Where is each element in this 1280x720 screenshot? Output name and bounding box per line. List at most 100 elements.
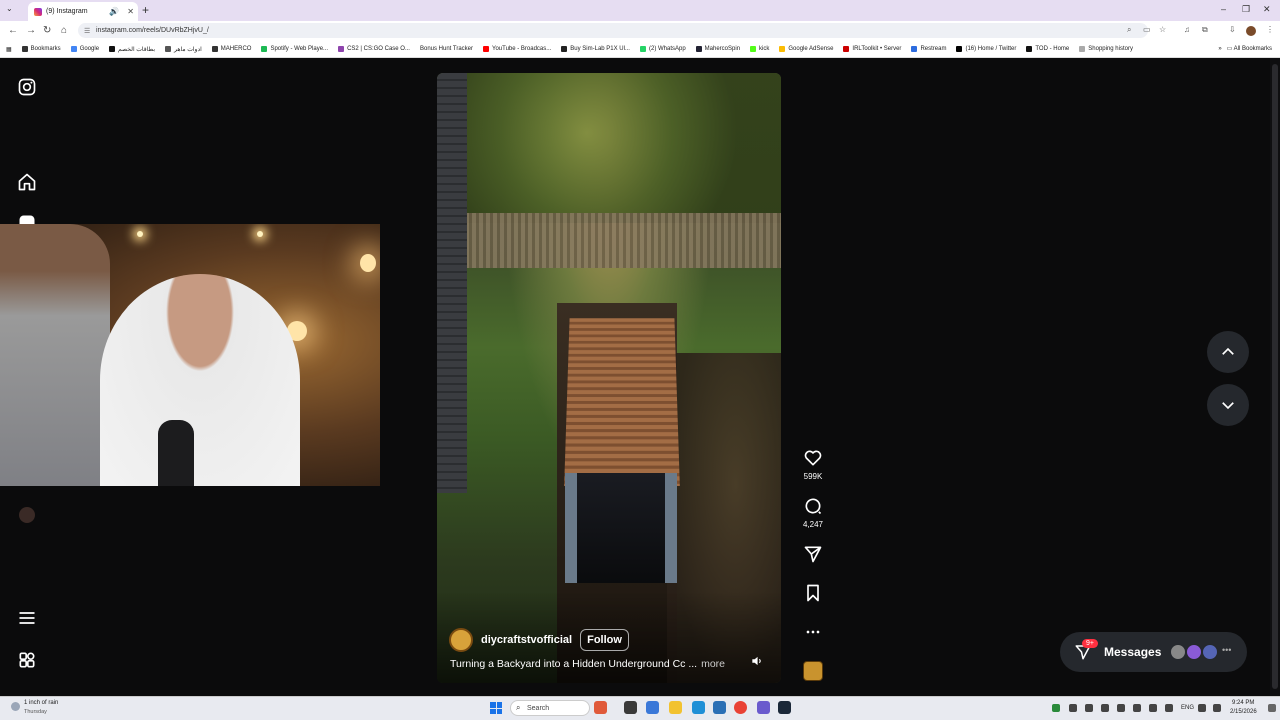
bookmark-item[interactable]: Buy Sim-Lab P1X Ul... <box>561 46 630 52</box>
original-audio-thumbnail[interactable] <box>803 661 823 681</box>
taskbar-app-icon[interactable] <box>624 701 637 714</box>
bookmark-item[interactable]: Google <box>70 46 99 52</box>
reel-video[interactable] <box>437 73 781 683</box>
bookmark-item[interactable]: Spotify - Web Playe... <box>261 46 328 52</box>
back-icon[interactable]: ← <box>8 25 18 36</box>
bookmark-item[interactable]: TOD - Home <box>1026 46 1069 52</box>
zoom-icon[interactable]: ⌕ <box>1127 25 1131 35</box>
follow-button[interactable]: Follow <box>580 629 629 651</box>
messages-badge: 9+ <box>1082 639 1098 648</box>
maximize-icon[interactable]: ❐ <box>1242 4 1250 15</box>
bookmark-label: Shopping history <box>1088 46 1133 52</box>
discord-icon[interactable] <box>757 701 770 714</box>
profile-avatar[interactable] <box>1246 26 1256 36</box>
window-close-icon[interactable]: ✕ <box>1263 4 1271 15</box>
bookmark-item[interactable]: (16) Home / Twitter <box>956 46 1016 52</box>
extensions-icon[interactable]: ⧉ <box>1202 25 1208 35</box>
weather-icon[interactable] <box>11 702 20 711</box>
comment-button[interactable]: 4,247 <box>802 496 824 529</box>
chrome-icon[interactable] <box>734 701 747 714</box>
weather-title[interactable]: 1 inch of rain <box>24 700 58 706</box>
steam-icon[interactable] <box>778 701 791 714</box>
browser-tab[interactable]: (9) Instagram 🔊 ✕ <box>28 2 138 21</box>
tray-app-icon[interactable] <box>1052 704 1060 712</box>
downloads-icon[interactable]: ⇩ <box>1229 25 1236 34</box>
bookmark-label: IRLToolkit • Server <box>852 46 902 52</box>
volume-icon[interactable] <box>750 654 764 668</box>
language-indicator[interactable]: ENG <box>1181 705 1194 711</box>
taskbar-app-icon[interactable] <box>594 701 607 714</box>
site-info-icon[interactable]: ☰ <box>84 27 90 35</box>
previous-reel-button[interactable] <box>1207 331 1249 373</box>
volume-tray-icon[interactable] <box>1213 704 1221 712</box>
bookmark-item[interactable]: بطاقات الخصم <box>109 46 155 53</box>
instagram-logo-icon[interactable] <box>17 77 37 97</box>
wifi-icon[interactable] <box>1198 704 1206 712</box>
all-bookmarks-link[interactable]: » ▭ All Bookmarks <box>1218 45 1272 52</box>
bookmark-item[interactable]: (2) WhatsApp <box>639 46 686 52</box>
tray-app-icon[interactable] <box>1133 704 1141 712</box>
tray-app-icon[interactable] <box>1149 704 1157 712</box>
bookmark-item[interactable]: YouTube - Broadcas... <box>483 46 551 52</box>
apps-grid-icon[interactable]: ▦ <box>6 46 12 53</box>
author-username[interactable]: diycraftstvofficial <box>481 634 572 646</box>
bookmark-item[interactable]: kick <box>750 46 769 52</box>
bookmark-item[interactable]: Bookmarks <box>21 46 61 52</box>
save-button[interactable] <box>802 583 824 603</box>
next-reel-button[interactable] <box>1207 384 1249 426</box>
tab-audio-icon[interactable]: 🔊 <box>109 7 119 16</box>
minimize-icon[interactable]: – <box>1221 4 1226 14</box>
bookmark-label: Buy Sim-Lab P1X Ul... <box>570 46 630 52</box>
bookmark-label: بطاقات الخصم <box>118 46 156 53</box>
bookmark-item[interactable]: Shopping history <box>1079 46 1133 52</box>
like-button[interactable]: 599K <box>802 448 824 481</box>
share-button[interactable] <box>802 544 824 564</box>
messages-button[interactable]: Messages <box>1060 632 1247 672</box>
store-icon[interactable] <box>713 701 726 714</box>
bookmark-item[interactable]: MahercoSpin <box>695 46 740 52</box>
new-tab-button[interactable]: + <box>142 3 149 17</box>
clock-time[interactable]: 9:24 PM <box>1232 700 1254 706</box>
home-icon[interactable]: ⌂ <box>61 25 67 36</box>
bookmark-item[interactable]: MAHERCO <box>211 46 251 52</box>
ceiling-light <box>137 231 143 237</box>
tray-app-icon[interactable] <box>1101 704 1109 712</box>
bookmark-item[interactable]: CS2 | CS:GO Case O... <box>338 46 410 52</box>
forward-icon[interactable]: → <box>26 25 36 36</box>
tray-mic-icon[interactable] <box>1165 704 1173 712</box>
reload-icon[interactable]: ↻ <box>43 25 51 36</box>
media-icon[interactable]: ♫ <box>1184 25 1190 34</box>
tab-close-icon[interactable]: ✕ <box>127 7 134 16</box>
tray-app-icon[interactable] <box>1069 704 1077 712</box>
windows-start-icon[interactable] <box>490 702 502 714</box>
tray-app-icon[interactable] <box>1085 704 1093 712</box>
bookmark-item[interactable]: ادوات ماهر <box>165 46 202 53</box>
avatar <box>1186 644 1202 660</box>
taskbar-search[interactable]: ⌕ Search <box>510 700 590 716</box>
browser-tab-bar <box>0 0 1280 21</box>
cast-icon[interactable]: ▭ <box>1143 25 1151 34</box>
file-explorer-icon[interactable] <box>669 701 682 714</box>
bookmark-item[interactable]: Bonus Hunt Tracker <box>420 46 473 52</box>
address-bar[interactable]: ☰ instagram.com/reels/DUvRbZHjvU_/ <box>78 23 1148 38</box>
clock-date[interactable]: 2/15/2026 <box>1230 709 1257 715</box>
edge-icon[interactable] <box>692 701 705 714</box>
tray-app-icon[interactable] <box>1117 704 1125 712</box>
bookmark-item[interactable]: IRLToolkit • Server <box>843 46 901 52</box>
also-from-meta-icon[interactable] <box>17 650 37 670</box>
author-avatar[interactable] <box>449 628 473 652</box>
more-menu-icon[interactable] <box>17 608 37 628</box>
taskbar-app-icon[interactable] <box>646 701 659 714</box>
home-nav-icon[interactable] <box>17 172 37 192</box>
profile-nav-avatar[interactable] <box>19 507 35 523</box>
reel-caption[interactable]: Turning a Backyard into a Hidden Undergr… <box>450 658 725 670</box>
caption-more-link[interactable]: more <box>701 658 725 670</box>
bookmark-item[interactable]: Google AdSense <box>779 46 833 52</box>
menu-dots-icon[interactable]: ⋮ <box>1266 25 1274 34</box>
page-scrollbar-thumb[interactable] <box>1272 64 1278 689</box>
more-options-button[interactable] <box>802 622 824 642</box>
tab-list-chevron-icon[interactable]: ⌄ <box>6 4 13 13</box>
notifications-icon[interactable] <box>1268 704 1276 712</box>
bookmark-star-icon[interactable]: ☆ <box>1159 25 1166 34</box>
bookmark-item[interactable]: Restream <box>911 46 946 52</box>
